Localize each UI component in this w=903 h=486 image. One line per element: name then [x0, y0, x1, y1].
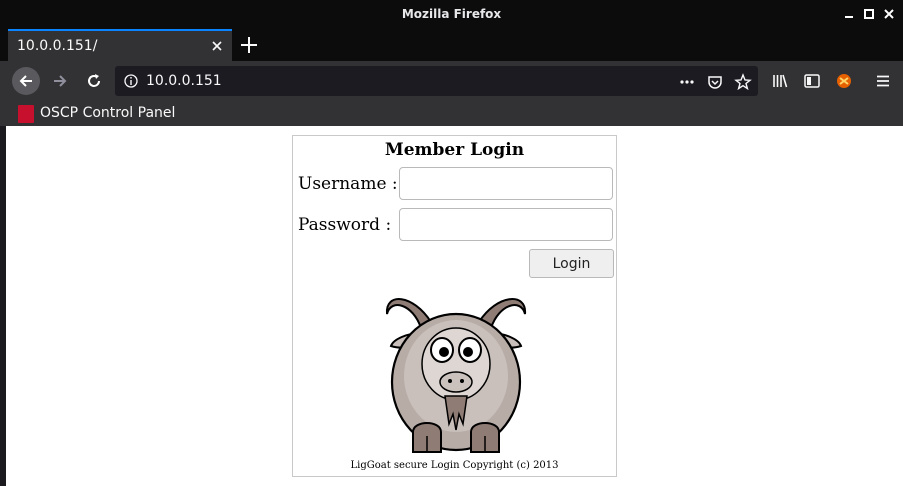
bookmark-favicon-icon: [18, 105, 34, 123]
bookmarks-toolbar: OSCP Control Panel: [0, 101, 903, 126]
pocket-icon[interactable]: [706, 73, 724, 91]
library-icon[interactable]: [771, 72, 789, 90]
password-input[interactable]: [399, 208, 613, 241]
minimize-icon[interactable]: [840, 5, 858, 23]
tab-title: 10.0.0.151/: [17, 38, 98, 54]
password-label: Password :: [298, 215, 392, 235]
goat-image: [385, 298, 527, 453]
navigation-toolbar: [0, 61, 903, 101]
tab-active[interactable]: 10.0.0.151/: [8, 29, 232, 61]
star-icon[interactable]: [734, 73, 752, 91]
bookmark-label: OSCP Control Panel: [40, 105, 176, 121]
back-button[interactable]: [12, 67, 40, 95]
username-input[interactable]: [399, 167, 613, 200]
copyright-text: LigGoat secure Login Copyright (c) 2013: [350, 460, 559, 471]
login-button[interactable]: Login: [529, 249, 614, 278]
left-edge-strip: [0, 126, 6, 486]
forward-button[interactable]: [46, 67, 74, 95]
new-tab-icon[interactable]: [239, 35, 259, 55]
window-title: Mozilla Firefox: [401, 7, 502, 21]
login-form: Member Login Username : Password : Login: [292, 135, 617, 477]
reload-icon: [88, 74, 100, 87]
sidebar-icon[interactable]: [803, 72, 821, 90]
menu-icon[interactable]: [874, 72, 892, 90]
more-icon[interactable]: [678, 73, 696, 91]
reload-button[interactable]: [80, 67, 108, 95]
username-label: Username :: [298, 174, 398, 194]
extension-icon[interactable]: [835, 72, 853, 90]
url-bar[interactable]: [115, 66, 758, 96]
info-icon[interactable]: [123, 73, 139, 89]
window-title-bar: Mozilla Firefox: [0, 0, 903, 29]
back-icon: [19, 75, 32, 87]
url-input[interactable]: [146, 70, 666, 92]
maximize-icon[interactable]: [860, 5, 878, 23]
forward-icon: [54, 75, 67, 87]
page-content: Member Login Username : Password : Login: [0, 126, 903, 486]
login-heading: Member Login: [384, 140, 525, 160]
close-icon[interactable]: [880, 5, 898, 23]
tab-close-icon[interactable]: [210, 39, 224, 53]
tab-strip: 10.0.0.151/: [0, 29, 903, 61]
